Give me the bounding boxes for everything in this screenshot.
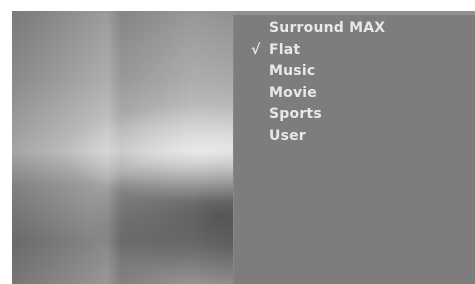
tv-screen: Surround MAX √ Flat Music Movie Sports U… [12,11,475,284]
menu-item-user[interactable]: User [233,126,475,148]
menu-item-movie[interactable]: Movie [233,83,475,105]
menu-item-label: Surround MAX [269,20,386,36]
menu-item-surround-max[interactable]: Surround MAX [233,18,475,40]
checkmark-icon: √ [251,41,261,58]
menu-item-label: Flat [269,41,301,58]
menu-item-label: Music [269,63,316,79]
menu-item-music[interactable]: Music [233,61,475,83]
menu-item-label: Sports [269,106,322,122]
sound-mode-menu: Surround MAX √ Flat Music Movie Sports U… [233,15,475,284]
sound-mode-list: Surround MAX √ Flat Music Movie Sports U… [233,18,475,147]
menu-item-label: Movie [269,84,317,101]
menu-item-label: User [269,127,306,144]
menu-item-flat[interactable]: √ Flat [233,40,475,62]
menu-item-sports[interactable]: Sports [233,104,475,126]
